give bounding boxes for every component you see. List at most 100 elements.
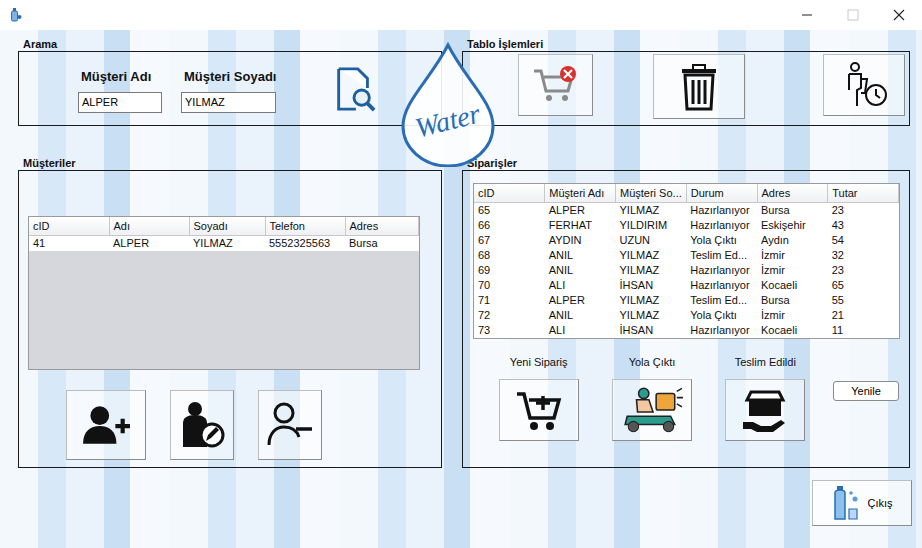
add-user-button[interactable] bbox=[66, 390, 146, 460]
action-label: Teslim Edildi bbox=[735, 355, 796, 369]
cart-plus-icon bbox=[515, 386, 563, 434]
column-header[interactable]: Durum bbox=[686, 184, 757, 203]
close-icon bbox=[893, 9, 905, 21]
table-row[interactable]: 72ANILYILMAZYola Çıktıİzmir21 bbox=[474, 308, 899, 323]
table-cell: ALI bbox=[545, 323, 616, 338]
maximize-button bbox=[830, 0, 876, 30]
table-cell: Bursa bbox=[345, 236, 419, 252]
close-button[interactable] bbox=[876, 0, 922, 30]
delivered-button[interactable] bbox=[725, 379, 805, 441]
customers-group: MüşterilercIDAdıSoyadıTelefonAdres41ALPE… bbox=[18, 156, 442, 468]
table-cell: 70 bbox=[474, 278, 545, 293]
remove-user-button[interactable] bbox=[258, 390, 322, 460]
table-row[interactable]: 69ANILYILMAZHazırlanıyorİzmir23 bbox=[474, 263, 899, 278]
table-cell: YILMAZ bbox=[616, 203, 687, 219]
table-row[interactable]: 73ALIİHSANHazırlanıyorKocaeli11 bbox=[474, 323, 899, 338]
table-cell: 55 bbox=[828, 293, 899, 308]
column-header[interactable]: Tutar bbox=[828, 184, 899, 203]
order-action: Yola Çıktı bbox=[606, 355, 697, 441]
table-cell: Eskişehir bbox=[757, 218, 828, 233]
table-cell: 21 bbox=[828, 308, 899, 323]
table-cell: 23 bbox=[828, 263, 899, 278]
column-header[interactable]: Soyadı bbox=[189, 217, 265, 236]
table-cell: Kocaeli bbox=[757, 323, 828, 338]
clear-history-button[interactable] bbox=[823, 54, 905, 116]
exit-button[interactable]: Çıkış bbox=[812, 480, 912, 526]
table-row[interactable]: 66FERHATYILDIRIMHazırlanıyorEskişehir43 bbox=[474, 218, 899, 233]
customers-table: cIDAdıSoyadıTelefonAdres41ALPERYILMAZ555… bbox=[28, 216, 420, 370]
table-cell: YILMAZ bbox=[189, 236, 265, 252]
table-cell: Aydın bbox=[757, 233, 828, 248]
on-the-way-button[interactable] bbox=[612, 379, 692, 441]
table-cell: Hazırlanıyor bbox=[686, 278, 757, 293]
column-header[interactable]: Adres bbox=[757, 184, 828, 203]
column-header[interactable]: Müşteri So... bbox=[616, 184, 687, 203]
search-button[interactable] bbox=[329, 64, 379, 114]
table-cell: İzmir bbox=[757, 308, 828, 323]
table-cell: 65 bbox=[474, 203, 545, 219]
table-cell: YILDIRIM bbox=[616, 218, 687, 233]
field-label: Müşteri Adı bbox=[78, 69, 162, 84]
table-row[interactable]: 70ALIİHSANHazırlanıyorKocaeli65 bbox=[474, 278, 899, 293]
refresh-button[interactable]: Yenile bbox=[833, 381, 899, 401]
table-row[interactable]: 41ALPERYILMAZ5552325563Bursa bbox=[29, 236, 419, 252]
table-cell: ALPER bbox=[109, 236, 189, 252]
table-row[interactable]: 71ALPERYILMAZTeslim Ed...Bursa55 bbox=[474, 293, 899, 308]
table-header: cIDAdıSoyadıTelefonAdres bbox=[29, 217, 419, 236]
table-cell: ALI bbox=[545, 278, 616, 293]
table-cell: Hazırlanıyor bbox=[686, 203, 757, 219]
column-header[interactable]: cID bbox=[29, 217, 109, 236]
column-header[interactable]: Adı bbox=[109, 217, 189, 236]
title-bar bbox=[0, 0, 922, 30]
cart-remove-button[interactable] bbox=[518, 54, 593, 116]
minimize-button[interactable] bbox=[784, 0, 830, 30]
table-cell: Hazırlanıyor bbox=[686, 218, 757, 233]
bottle-app-icon bbox=[10, 8, 22, 22]
table-cell: ALPER bbox=[545, 293, 616, 308]
order-action: Teslim Edildi bbox=[720, 355, 811, 441]
orders-title: Siparişler bbox=[462, 156, 910, 170]
maximize-icon bbox=[847, 9, 859, 21]
table-cell: İzmir bbox=[757, 248, 828, 263]
search-field: Müşteri Adı bbox=[78, 69, 162, 113]
table-cell: Bursa bbox=[757, 293, 828, 308]
table-actions-title: Tablo İşlemleri bbox=[462, 37, 910, 51]
new-order-button[interactable] bbox=[499, 379, 579, 441]
table-cell: Yola Çıktı bbox=[686, 233, 757, 248]
text-input[interactable] bbox=[181, 92, 276, 113]
app-window: WaterAramaMüşteri AdıMüşteri SoyadıTablo… bbox=[0, 0, 922, 548]
table-row[interactable]: 65ALPERYILMAZHazırlanıyorBursa23 bbox=[474, 203, 899, 219]
table-actions-panel bbox=[462, 51, 910, 126]
table-cell: Kocaeli bbox=[757, 278, 828, 293]
table-cell: 67 bbox=[474, 233, 545, 248]
trash-button[interactable] bbox=[653, 54, 745, 119]
minimize-icon bbox=[801, 9, 813, 21]
table-cell: FERHAT bbox=[545, 218, 616, 233]
text-input[interactable] bbox=[78, 92, 162, 113]
table-cell: YILMAZ bbox=[616, 248, 687, 263]
table-cell: 41 bbox=[29, 236, 109, 252]
table-cell: Bursa bbox=[757, 203, 828, 219]
edit-user-button[interactable] bbox=[170, 390, 234, 460]
column-header[interactable]: Adres bbox=[345, 217, 419, 236]
table-cell: İzmir bbox=[757, 263, 828, 278]
table-cell: 5552325563 bbox=[265, 236, 345, 252]
column-header[interactable]: Telefon bbox=[265, 217, 345, 236]
column-header[interactable]: cID bbox=[474, 184, 545, 203]
table-cell: YILMAZ bbox=[616, 308, 687, 323]
table-cell: YILMAZ bbox=[616, 293, 687, 308]
orders-table: cIDMüşteri AdıMüşteri So...DurumAdresTut… bbox=[473, 183, 900, 339]
table-cell: 32 bbox=[828, 248, 899, 263]
table-cell: Teslim Ed... bbox=[686, 248, 757, 263]
table-row[interactable]: 68ANILYILMAZTeslim Ed...İzmir32 bbox=[474, 248, 899, 263]
table-cell: ANIL bbox=[545, 308, 616, 323]
order-action: Yeni Sipariş bbox=[493, 355, 584, 441]
table-cell: 43 bbox=[828, 218, 899, 233]
search-title: Arama bbox=[18, 37, 442, 51]
table-cell: 65 bbox=[828, 278, 899, 293]
remove-user-icon bbox=[266, 401, 314, 449]
delivery-scooter-icon bbox=[621, 385, 683, 435]
add-user-icon bbox=[81, 404, 131, 446]
table-row[interactable]: 67AYDINUZUNYola ÇıktıAydın54 bbox=[474, 233, 899, 248]
column-header[interactable]: Müşteri Adı bbox=[545, 184, 616, 203]
